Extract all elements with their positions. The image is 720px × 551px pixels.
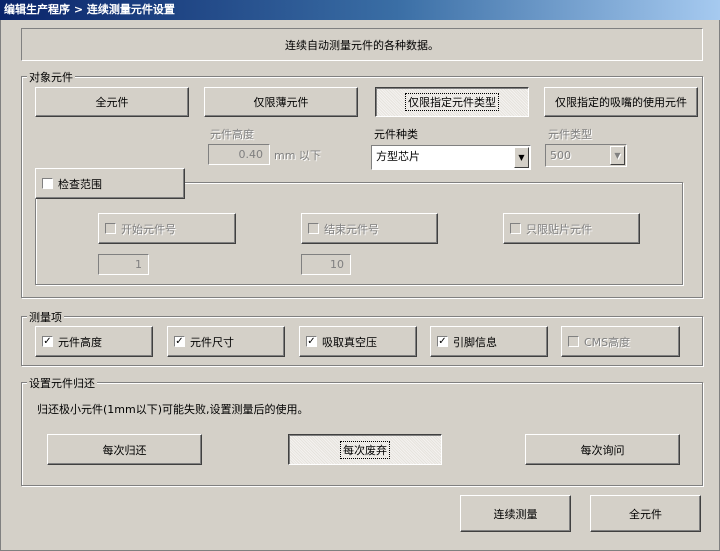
measure-lead-toggle[interactable]: ✓ 引脚信息 bbox=[430, 326, 548, 357]
all-components-button[interactable]: 全元件 bbox=[35, 87, 189, 117]
measure-cms-height-toggle[interactable]: CMS高度 bbox=[561, 326, 680, 357]
return-settings-legend: 设置元件归还 bbox=[27, 375, 97, 391]
specified-nozzle-only-button[interactable]: 仅限指定的吸嘴的使用元件 bbox=[544, 87, 698, 117]
measure-vacuum-toggle[interactable]: ✓ 吸取真空压 bbox=[299, 326, 417, 357]
checkmark-icon: ✓ bbox=[42, 336, 53, 347]
checkbox-icon bbox=[510, 223, 521, 234]
chevron-down-icon[interactable]: ▼ bbox=[514, 147, 529, 168]
checkmark-icon: ✓ bbox=[306, 336, 317, 347]
component-height-input[interactable]: 0.40 bbox=[208, 144, 270, 165]
discard-each-time-button[interactable]: 每次废弃 bbox=[288, 434, 442, 465]
window-title: 编辑生产程序 > 连续测量元件设置 bbox=[0, 0, 720, 20]
component-category-select[interactable]: 500 ▼ bbox=[545, 144, 627, 167]
checkmark-icon: ✓ bbox=[174, 336, 185, 347]
description-text: 连续自动测量元件的各种数据。 bbox=[285, 38, 439, 52]
chevron-down-icon[interactable]: ▼ bbox=[610, 146, 625, 165]
ask-each-time-button[interactable]: 每次询问 bbox=[525, 434, 680, 465]
specified-type-only-button[interactable]: 仅限指定元件类型 bbox=[375, 87, 529, 117]
start-component-input[interactable]: 1 bbox=[98, 254, 149, 275]
component-height-label: 元件高度 bbox=[210, 128, 254, 141]
checkbox-icon bbox=[105, 223, 116, 234]
checkmark-icon: ✓ bbox=[437, 336, 448, 347]
dialog-body: 连续自动测量元件的各种数据。 对象元件 全元件 仅限薄元件 仅限指定元件类型 仅… bbox=[0, 20, 720, 551]
component-category-label: 元件类型 bbox=[548, 128, 592, 141]
component-height-unit: mm 以下 bbox=[274, 149, 321, 162]
checkbox-icon bbox=[568, 336, 579, 347]
chip-only-toggle[interactable]: 只限贴片元件 bbox=[503, 213, 640, 244]
checkbox-icon bbox=[308, 223, 319, 234]
end-component-input[interactable]: 10 bbox=[301, 254, 351, 275]
component-kind-label: 元件种类 bbox=[374, 128, 418, 141]
description-panel: 连续自动测量元件的各种数据。 bbox=[21, 28, 703, 61]
thin-components-only-button[interactable]: 仅限薄元件 bbox=[204, 87, 358, 117]
return-each-time-button[interactable]: 每次归还 bbox=[47, 434, 202, 465]
continuous-measure-button[interactable]: 连续测量 bbox=[460, 495, 571, 532]
measure-height-toggle[interactable]: ✓ 元件高度 bbox=[35, 326, 153, 357]
component-kind-select[interactable]: 方型芯片 ▼ bbox=[371, 145, 531, 170]
measure-size-toggle[interactable]: ✓ 元件尺寸 bbox=[167, 326, 285, 357]
measure-items-legend: 测量项 bbox=[27, 309, 64, 325]
target-components-legend: 对象元件 bbox=[27, 69, 75, 85]
start-component-toggle[interactable]: 开始元件号 bbox=[98, 213, 236, 244]
footer-all-components-button[interactable]: 全元件 bbox=[590, 495, 701, 532]
check-range-toggle[interactable]: 检查范围 bbox=[35, 168, 185, 199]
end-component-toggle[interactable]: 结束元件号 bbox=[301, 213, 438, 244]
checkbox-icon bbox=[42, 178, 53, 189]
return-note: 归还极小元件(1mm以下)可能失败,设置测量后的使用。 bbox=[37, 403, 309, 416]
